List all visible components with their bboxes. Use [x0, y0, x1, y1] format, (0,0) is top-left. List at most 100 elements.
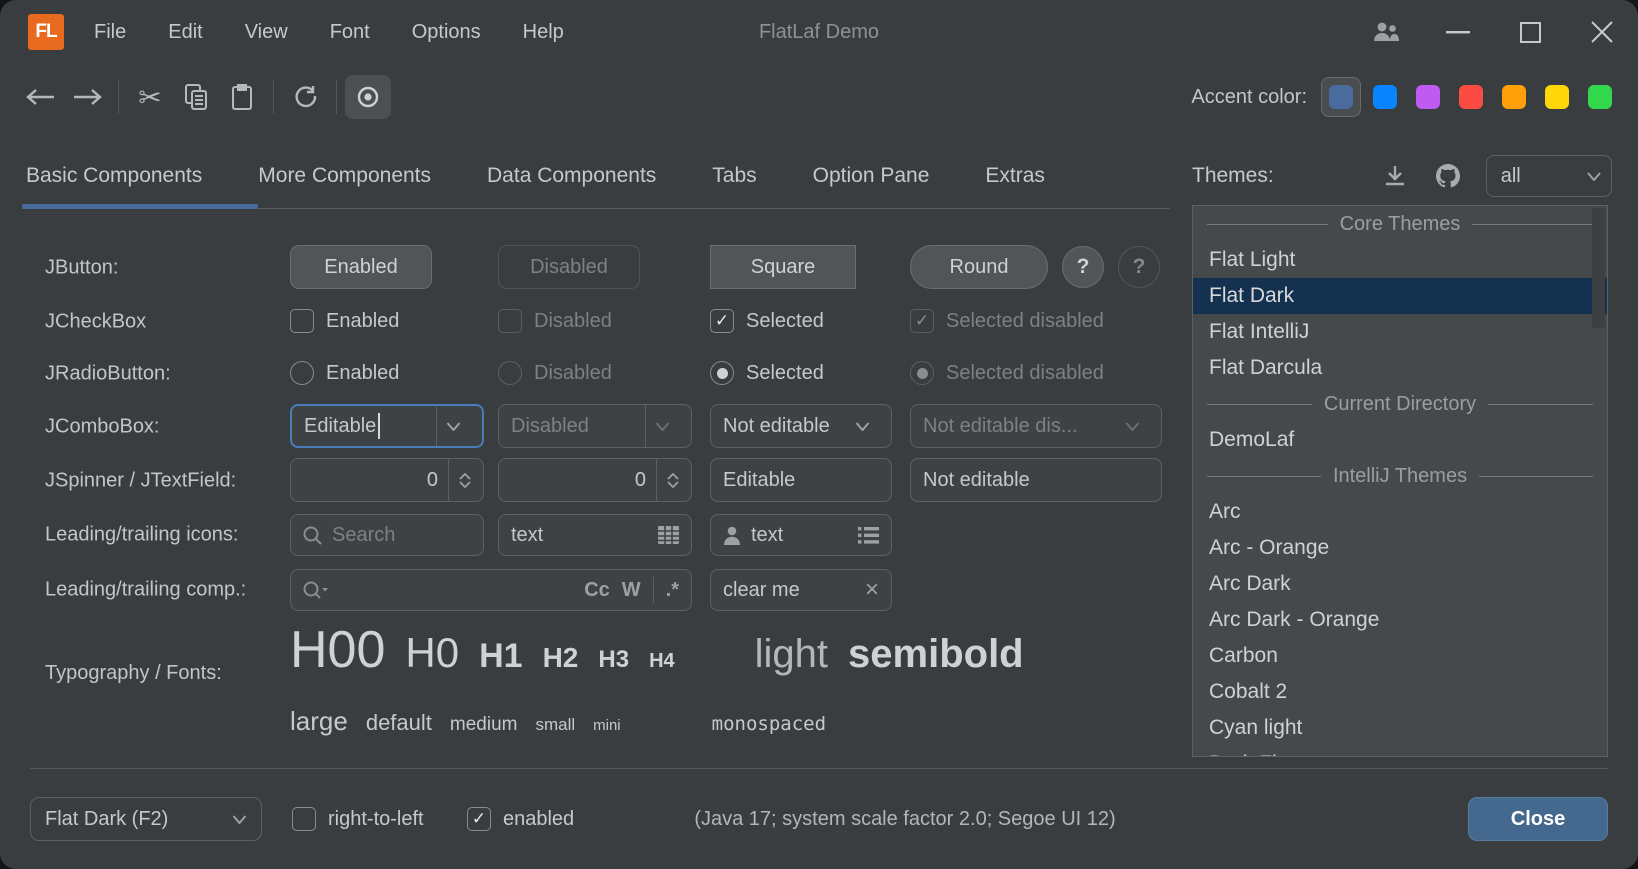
theme-item-carbon[interactable]: Carbon: [1193, 638, 1607, 674]
textfield-editable-value[interactable]: Editable: [723, 469, 795, 492]
search-field[interactable]: Search: [290, 514, 484, 556]
themes-scrollbar-thumb[interactable]: [1592, 208, 1605, 328]
themes-filter-combobox[interactable]: all: [1486, 155, 1612, 197]
clear-icon[interactable]: ×: [865, 578, 879, 602]
combobox-not-editable[interactable]: Not editable: [710, 404, 892, 448]
rtl-checkbox[interactable]: [292, 807, 316, 831]
maximize-button[interactable]: [1494, 0, 1566, 64]
combobox-editable-value[interactable]: Editable: [304, 415, 376, 438]
square-button[interactable]: Square: [710, 245, 856, 289]
menu-view[interactable]: View: [231, 15, 302, 50]
theme-item-flat-darcula[interactable]: Flat Darcula: [1193, 350, 1607, 386]
tab-more-components[interactable]: More Components: [254, 164, 435, 188]
menubar: File Edit View Font Options Help: [80, 0, 578, 64]
jspinner-label: JSpinner / JTextField:: [45, 470, 236, 493]
flatlaf-demo-window: FL File Edit View Font Options Help Flat…: [0, 0, 1638, 869]
back-icon[interactable]: [18, 75, 64, 119]
rtl-checkbox-group[interactable]: right-to-left: [292, 807, 424, 831]
accent-swatch[interactable]: [1329, 85, 1353, 109]
menu-options[interactable]: Options: [398, 15, 495, 50]
h1-sample: H1: [479, 637, 522, 676]
cut-icon[interactable]: ✂: [127, 75, 173, 119]
medium-sample: medium: [450, 714, 518, 736]
tab-extras[interactable]: Extras: [981, 164, 1049, 188]
table-icon[interactable]: [658, 526, 679, 544]
enabled-checkbox[interactable]: ✓: [467, 807, 491, 831]
theme-item-cobalt-2[interactable]: Cobalt 2: [1193, 674, 1607, 710]
show-hover-icon[interactable]: [345, 75, 391, 119]
theme-item-dark-flat[interactable]: Dark Flat: [1193, 746, 1607, 757]
accent-swatch-green[interactable]: [1588, 85, 1612, 109]
tab-data-components[interactable]: Data Components: [483, 164, 660, 188]
tab-tabs[interactable]: Tabs: [708, 164, 760, 188]
clearable-field-value[interactable]: clear me: [723, 579, 800, 602]
theme-item-demolaf[interactable]: DemoLaf: [1193, 422, 1607, 458]
users-icon[interactable]: [1350, 0, 1422, 64]
theme-item-arc-orange[interactable]: Arc - Orange: [1193, 530, 1607, 566]
themes-list: Core Themes Flat Light Flat Dark Flat In…: [1192, 205, 1608, 757]
typography-sizes: large default medium small mini monospac…: [290, 706, 826, 737]
menu-help[interactable]: Help: [509, 15, 578, 50]
tab-basic-components[interactable]: Basic Components: [22, 164, 206, 188]
theme-item-flat-intellij[interactable]: Flat IntelliJ: [1193, 314, 1607, 350]
minimize-button[interactable]: [1422, 0, 1494, 64]
round-button[interactable]: Round: [910, 245, 1048, 289]
accent-swatch-orange[interactable]: [1502, 85, 1526, 109]
paste-icon[interactable]: [219, 75, 265, 119]
forward-icon[interactable]: [64, 75, 110, 119]
chevron-down-icon: [655, 422, 670, 431]
text-field-user[interactable]: text: [710, 514, 892, 556]
accent-swatch-default-selected[interactable]: [1321, 77, 1361, 117]
download-icon[interactable]: [1384, 165, 1406, 187]
close-window-button[interactable]: [1566, 0, 1638, 64]
theme-item-flat-dark[interactable]: Flat Dark: [1193, 278, 1607, 314]
accent-swatch-red[interactable]: [1459, 85, 1483, 109]
laf-combobox[interactable]: Flat Dark (F2): [30, 797, 262, 841]
spinner-arrows-icon[interactable]: [448, 459, 471, 501]
spinner-2[interactable]: 0: [498, 458, 692, 502]
spinner-1-value[interactable]: 0: [427, 469, 438, 492]
accent-swatch-yellow[interactable]: [1545, 85, 1569, 109]
text-field-user-value[interactable]: text: [751, 524, 783, 547]
refresh-icon[interactable]: [282, 75, 328, 119]
spinner-arrows-icon[interactable]: [656, 459, 679, 501]
help-button-disabled: ?: [1118, 246, 1160, 288]
close-button[interactable]: Close: [1468, 797, 1608, 841]
accent-swatch-purple[interactable]: [1416, 85, 1440, 109]
theme-item-cyan-light[interactable]: Cyan light: [1193, 710, 1607, 746]
checkbox-enabled[interactable]: [290, 309, 314, 333]
search-with-options-field[interactable]: Cc W .*: [290, 569, 692, 611]
text-field-table-value[interactable]: text: [511, 524, 543, 547]
help-button[interactable]: ?: [1062, 246, 1104, 288]
match-case-icon[interactable]: Cc: [584, 579, 610, 602]
radio-enabled[interactable]: [290, 361, 314, 385]
radio-selected[interactable]: [710, 361, 734, 385]
copy-icon[interactable]: [173, 75, 219, 119]
theme-item-flat-light[interactable]: Flat Light: [1193, 242, 1607, 278]
menu-file[interactable]: File: [80, 15, 140, 50]
search-dropdown-icon[interactable]: [303, 581, 329, 600]
theme-item-arc-dark[interactable]: Arc Dark: [1193, 566, 1607, 602]
accent-swatch-blue[interactable]: [1373, 85, 1397, 109]
list-icon[interactable]: [858, 527, 879, 544]
whole-word-icon[interactable]: W: [622, 579, 641, 602]
theme-item-arc[interactable]: Arc: [1193, 494, 1607, 530]
checkbox-selected[interactable]: ✓: [710, 309, 734, 333]
menu-edit[interactable]: Edit: [154, 15, 216, 50]
spinner-2-value[interactable]: 0: [635, 469, 646, 492]
textfield-not-editable: Not editable: [910, 458, 1162, 502]
clearable-field[interactable]: clear me ×: [710, 569, 892, 611]
theme-item-arc-dark-orange[interactable]: Arc Dark - Orange: [1193, 602, 1607, 638]
combobox-editable[interactable]: Editable: [290, 404, 484, 448]
jcheckbox-label: JCheckBox: [45, 311, 146, 334]
enabled-button[interactable]: Enabled: [290, 245, 432, 289]
regex-icon[interactable]: .*: [666, 579, 679, 602]
menu-font[interactable]: Font: [316, 15, 384, 50]
tab-option-pane[interactable]: Option Pane: [809, 164, 934, 188]
textfield-editable[interactable]: Editable: [710, 458, 892, 502]
github-icon[interactable]: [1434, 162, 1462, 190]
text-field-table[interactable]: text: [498, 514, 692, 556]
spinner-1[interactable]: 0: [290, 458, 484, 502]
enabled-checkbox-group[interactable]: ✓ enabled: [467, 807, 574, 831]
chevron-down-icon: [232, 815, 247, 824]
